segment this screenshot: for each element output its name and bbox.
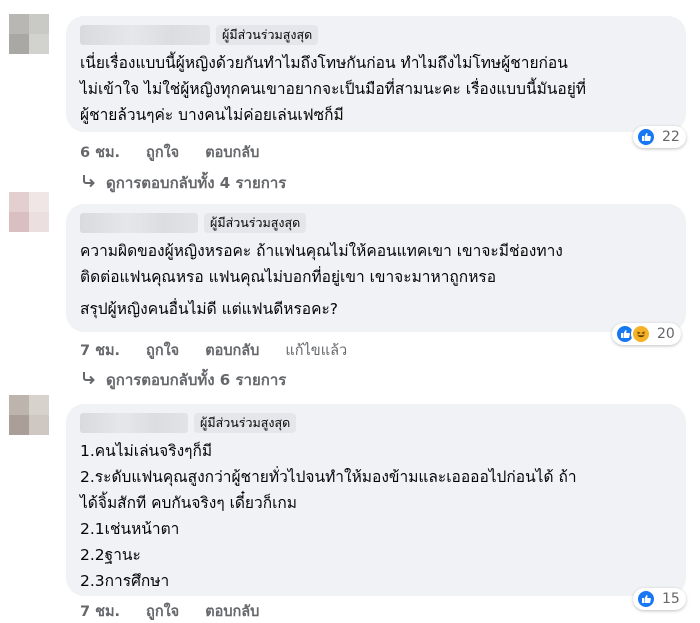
view-replies-label: ดูการตอบกลับทั้ง 6 รายการ xyxy=(106,371,287,389)
edited-label[interactable]: แก้ไขแล้ว xyxy=(285,339,347,362)
view-replies-link[interactable]: ดูการตอบกลับทั้ง 4 รายการ xyxy=(82,171,286,195)
comment-line: สรุปผู้หญิงคนอื่นไม่ดี แต่แฟนดีหรอคะ? xyxy=(80,300,339,318)
comment-line: ติดต่อแฟนคุณหรอ แฟนคุณไม่บอกที่อยู่เขา เ… xyxy=(80,268,497,286)
top-contributor-badge: ผู้มีส่วนร่วมสูงสุด xyxy=(204,213,307,233)
author-name-redacted[interactable] xyxy=(80,25,210,45)
like-button[interactable]: ถูกใจ xyxy=(146,339,179,362)
comment-actions: 7 ชม. ถูกใจ ตอบกลับ แก้ไขแล้ว xyxy=(80,339,347,362)
comment-line: 2.1เช่นหน้าตา xyxy=(80,520,180,538)
top-contributor-badge: ผู้มีส่วนร่วมสูงสุด xyxy=(194,413,297,433)
like-button[interactable]: ถูกใจ xyxy=(146,600,179,623)
view-replies-link[interactable]: ดูการตอบกลับทั้ง 6 รายการ xyxy=(82,368,286,392)
comment-actions: 7 ชม. ถูกใจ ตอบกลับ xyxy=(80,600,259,623)
timestamp[interactable]: 7 ชม. xyxy=(80,600,120,623)
view-replies-label: ดูการตอบกลับทั้ง 4 รายการ xyxy=(106,174,287,192)
reaction-count: 15 xyxy=(662,591,680,607)
like-button[interactable]: ถูกใจ xyxy=(146,141,179,164)
reply-arrow-icon xyxy=(82,174,96,192)
comment-line: 1.คนไม่เล่นจริงๆก็มี xyxy=(80,442,213,460)
author-name-redacted[interactable] xyxy=(80,413,188,433)
top-contributor-badge: ผู้มีส่วนร่วมสูงสุด xyxy=(216,25,319,45)
comment-bubble: ผู้มีส่วนร่วมสูงสุด ความผิดของผู้หญิงหรอ… xyxy=(66,204,686,332)
comment-line: ไม่เข้าใจ ไม่ใช่ผู้หญิงทุกคนเขาอยากจะเป็… xyxy=(80,80,586,98)
reaction-summary[interactable]: 15 xyxy=(633,588,686,610)
avatar[interactable] xyxy=(9,14,49,54)
reply-arrow-icon xyxy=(82,371,96,389)
comment-line: 2.ระดับแฟนคุณสูงกว่าผู้ชายทั่วไปจนทำให้ม… xyxy=(80,468,577,486)
reaction-count: 22 xyxy=(662,129,680,145)
comment-line: ได้จิ้มสักที คบกันจริงๆ เดี๋ยวก็เกม xyxy=(80,494,297,512)
avatar[interactable] xyxy=(9,192,49,232)
comment-line: เนี่ยเรื่องแบบนี้ผู้หญิงด้วยกันทำไมถึงโท… xyxy=(80,54,568,72)
comment-text: เนี่ยเรื่องแบบนี้ผู้หญิงด้วยกันทำไมถึงโท… xyxy=(80,50,672,128)
comment-bubble: ผู้มีส่วนร่วมสูงสุด เนี่ยเรื่องแบบนี้ผู้… xyxy=(66,16,686,132)
comment-line: 2.2ฐานะ xyxy=(80,546,141,564)
timestamp[interactable]: 7 ชม. xyxy=(80,339,120,362)
comment-line: 2.3การศึกษา xyxy=(80,572,170,590)
timestamp[interactable]: 6 ชม. xyxy=(80,141,120,164)
comment-line: ความผิดของผู้หญิงหรอคะ ถ้าแฟนคุณไม่ให้คอ… xyxy=(80,242,563,260)
like-reaction-icon xyxy=(636,589,656,609)
reaction-summary[interactable]: 22 xyxy=(633,126,686,148)
avatar[interactable] xyxy=(9,395,49,435)
like-reaction-icon xyxy=(636,127,656,147)
haha-reaction-icon xyxy=(631,324,651,344)
reaction-count: 20 xyxy=(657,326,675,342)
comment-bubble: ผู้มีส่วนร่วมสูงสุด 1.คนไม่เล่นจริงๆก็มี… xyxy=(66,404,686,596)
author-name-redacted[interactable] xyxy=(80,213,198,233)
comment-actions: 6 ชม. ถูกใจ ตอบกลับ xyxy=(80,141,259,164)
reply-button[interactable]: ตอบกลับ xyxy=(205,339,259,362)
comment-text: 1.คนไม่เล่นจริงๆก็มี 2.ระดับแฟนคุณสูงกว่… xyxy=(80,438,672,594)
comment-line: ผู้ชายล้วนๆค่ะ บางคนไม่ค่อยเล่นเฟซก็มี xyxy=(80,106,344,124)
reply-button[interactable]: ตอบกลับ xyxy=(205,600,259,623)
reply-button[interactable]: ตอบกลับ xyxy=(205,141,259,164)
reaction-summary[interactable]: 20 xyxy=(612,323,681,345)
comment-text: ความผิดของผู้หญิงหรอคะ ถ้าแฟนคุณไม่ให้คอ… xyxy=(80,238,672,322)
